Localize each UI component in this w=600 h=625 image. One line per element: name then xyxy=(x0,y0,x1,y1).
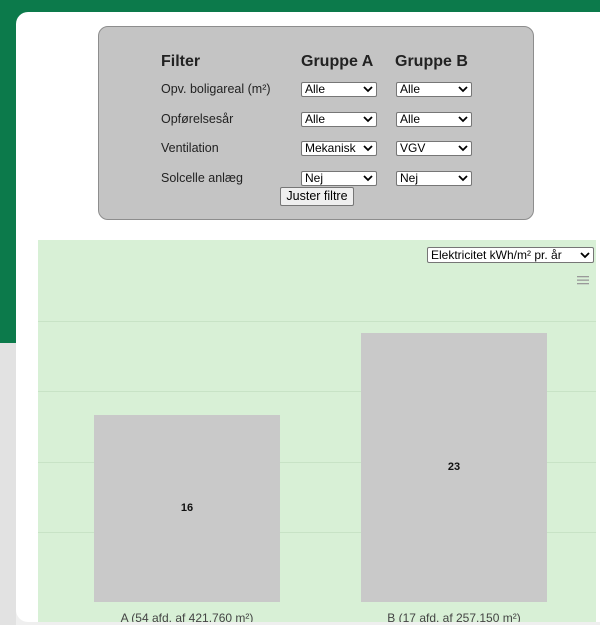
solar-group-b-value: Nej xyxy=(400,171,419,185)
left-strip xyxy=(0,343,16,625)
solar-group-a-select[interactable]: Nej xyxy=(301,171,377,186)
hamburger-menu-icon[interactable] xyxy=(577,275,589,285)
filter-label-year: Opførelsesår xyxy=(161,112,234,126)
filter-panel: Filter Gruppe A Gruppe B Opv. boligareal… xyxy=(98,26,534,220)
chevron-down-icon xyxy=(363,86,373,93)
category-label: A (54 afd. af 421.760 m²) xyxy=(120,611,254,622)
chevron-down-icon xyxy=(458,145,468,152)
area-group-a-select[interactable]: Alle xyxy=(301,82,377,97)
chevron-down-icon xyxy=(458,175,468,182)
year-group-b-select[interactable]: Alle xyxy=(396,112,472,127)
metric-select-value: Elektricitet kWh/m² pr. år xyxy=(431,248,562,262)
bar-chart: Elektricitet kWh/m² pr. år 16 A (54 afd. … xyxy=(38,240,596,622)
chevron-down-icon xyxy=(458,86,468,93)
solar-group-a-value: Nej xyxy=(305,171,324,185)
ventilation-group-a-value: Mekanisk xyxy=(305,141,356,155)
area-group-b-value: Alle xyxy=(400,82,421,96)
year-group-a-select[interactable]: Alle xyxy=(301,112,377,127)
filter-label-solar: Solcelle anlæg xyxy=(161,171,243,185)
group-a-header: Gruppe A xyxy=(301,53,374,70)
group-b-header: Gruppe B xyxy=(395,53,468,70)
filter-label-area: Opv. boligareal (m²) xyxy=(161,82,271,96)
content-card: Filter Gruppe A Gruppe B Opv. boligareal… xyxy=(16,12,600,622)
ventilation-group-a-select[interactable]: Mekanisk xyxy=(301,141,377,156)
bar-value-label: 16 xyxy=(180,502,194,515)
filter-label-ventilation: Ventilation xyxy=(161,141,219,155)
apply-filters-button[interactable]: Juster filtre xyxy=(280,187,354,206)
bar-value-label: 23 xyxy=(447,461,461,474)
year-group-a-value: Alle xyxy=(305,112,326,126)
chevron-down-icon xyxy=(363,116,373,123)
ventilation-group-b-select[interactable]: VGV xyxy=(396,141,472,156)
category-label: B (17 afd. af 257.150 m²) xyxy=(387,611,521,622)
metric-select[interactable]: Elektricitet kWh/m² pr. år xyxy=(427,247,594,263)
chevron-down-icon xyxy=(363,175,373,182)
filter-title: Filter xyxy=(161,53,201,70)
ventilation-group-b-value: VGV xyxy=(400,141,426,155)
grid-line xyxy=(38,321,596,323)
area-group-b-select[interactable]: Alle xyxy=(396,82,472,97)
chevron-down-icon xyxy=(363,145,373,152)
solar-group-b-select[interactable]: Nej xyxy=(396,171,472,186)
chevron-down-icon xyxy=(580,252,590,259)
area-group-a-value: Alle xyxy=(305,82,326,96)
chevron-down-icon xyxy=(458,116,468,123)
year-group-b-value: Alle xyxy=(400,112,421,126)
